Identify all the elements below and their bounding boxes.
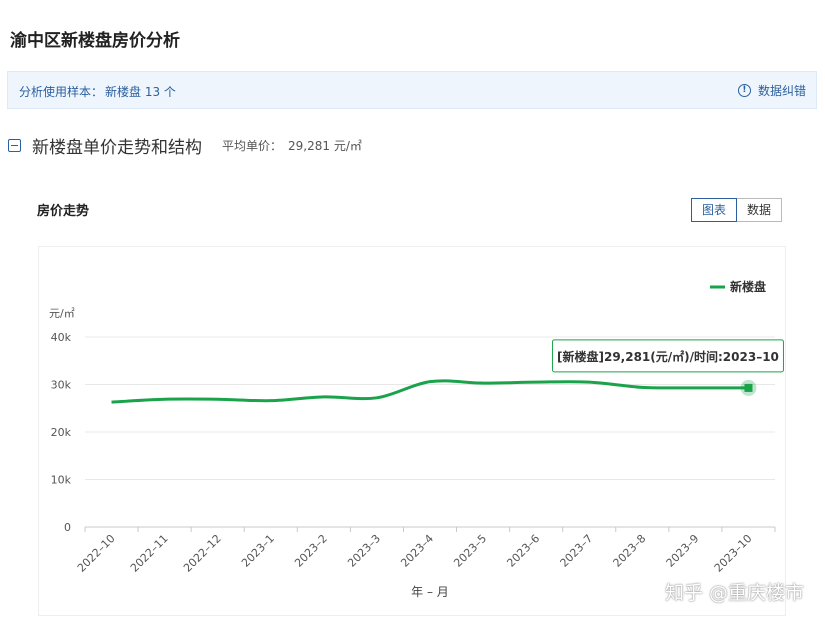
legend-label: 新楼盘 bbox=[730, 279, 766, 294]
data-correction-link[interactable]: ! 数据纠错 bbox=[737, 82, 806, 99]
chart-heading: 房价走势 bbox=[37, 204, 90, 219]
y-tick-label: 40k bbox=[51, 331, 72, 344]
x-tick-label: 2023–8 bbox=[611, 532, 649, 570]
sample-info-bar: 分析使用样本： 新楼盘 13 个 ! 数据纠错 bbox=[7, 71, 817, 109]
x-tick-label: 2023–5 bbox=[451, 532, 489, 570]
x-tick-label: 2022–12 bbox=[181, 532, 224, 575]
x-tick-label: 2023–3 bbox=[345, 532, 383, 570]
x-tick-label: 2023–6 bbox=[504, 532, 542, 570]
x-axis-label: 年 – 月 bbox=[411, 585, 449, 599]
watermark: 知乎 @重庆楼市 bbox=[664, 582, 804, 604]
x-tick-label: 2023–10 bbox=[712, 532, 755, 575]
page-title: 渝中区新楼盘房价分析 bbox=[10, 31, 180, 51]
section-title: 新楼盘单价走势和结构 bbox=[32, 138, 202, 158]
tooltip-text: [新楼盘]29,281(元/㎡)/时间:2023–10 bbox=[557, 349, 779, 364]
section-header: 新楼盘单价走势和结构 平均单价： 29,281 元/㎡ bbox=[8, 133, 362, 158]
highlight-marker bbox=[744, 383, 753, 392]
info-icon: ! bbox=[737, 84, 751, 97]
tab-data[interactable]: 数据 bbox=[737, 198, 783, 222]
x-tick-label: 2023–9 bbox=[664, 532, 702, 570]
collapse-icon[interactable] bbox=[8, 139, 21, 152]
x-tick-label: 2022–10 bbox=[75, 532, 118, 575]
tab-chart[interactable]: 图表 bbox=[691, 198, 738, 222]
sample-label: 分析使用样本： bbox=[19, 85, 104, 99]
average-price-value: 29,281 元/㎡ bbox=[288, 139, 362, 153]
data-correction-label: 数据纠错 bbox=[757, 84, 806, 98]
x-tick-label: 2023–4 bbox=[398, 532, 436, 570]
y-tick-label: 10k bbox=[51, 474, 72, 487]
x-tick-label: 2023–1 bbox=[239, 532, 277, 570]
sample-value: 新楼盘 13 个 bbox=[105, 85, 176, 99]
y-axis-label: 元/㎡ bbox=[49, 307, 75, 320]
chart-card: 0 10k 20k 30k 40k 元/㎡ 2022–10 2022–11 2022–12 202… bbox=[38, 246, 786, 616]
y-tick-label: 0 bbox=[64, 521, 71, 534]
x-tick-label: 2023–2 bbox=[292, 532, 330, 570]
x-tick-label: 2022–11 bbox=[128, 532, 171, 575]
y-tick-label: 30k bbox=[51, 379, 72, 392]
view-toggle: 图表 数据 bbox=[691, 198, 783, 222]
x-tick-label: 2023–7 bbox=[558, 532, 596, 570]
price-trend-chart: 0 10k 20k 30k 40k 元/㎡ 2022–10 2022–11 2022–12 202… bbox=[49, 279, 784, 599]
average-price-label: 平均单价： bbox=[222, 139, 283, 153]
y-tick-label: 20k bbox=[51, 426, 72, 439]
